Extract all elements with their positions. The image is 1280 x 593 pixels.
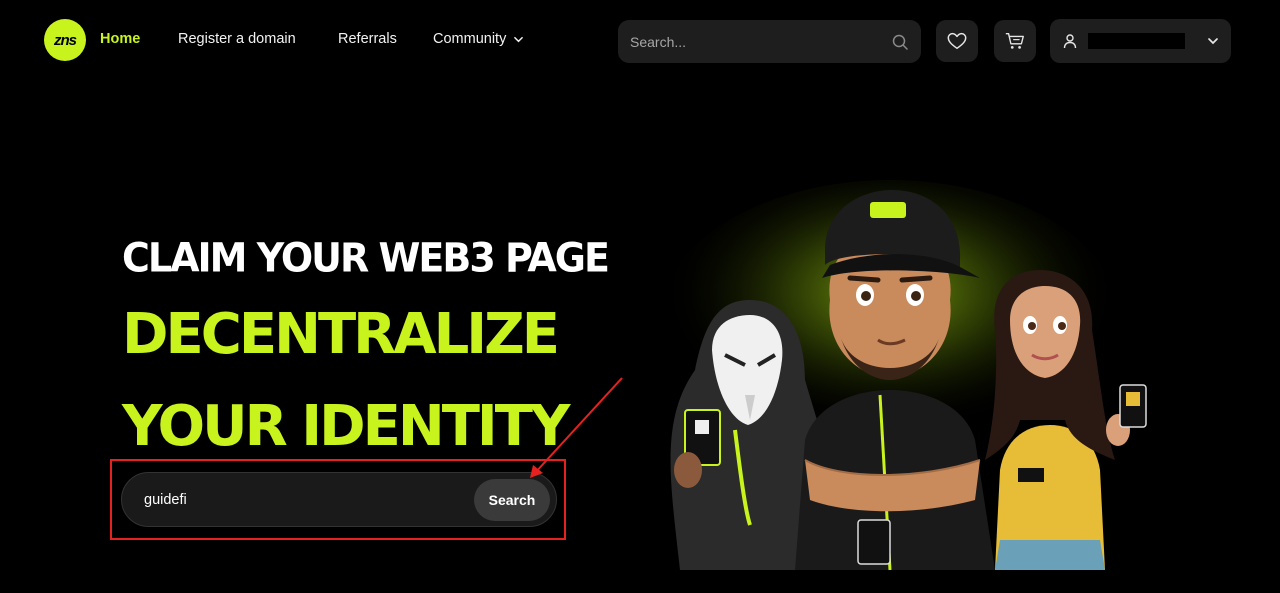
search-icon[interactable] (891, 33, 909, 51)
cart-button[interactable] (994, 20, 1036, 62)
nav-referrals[interactable]: Referrals (338, 31, 397, 47)
woman-character (985, 270, 1147, 570)
header-search (618, 20, 921, 63)
hero-line-3: YOUR IDENTITY (122, 394, 570, 459)
chevron-down-icon (514, 36, 524, 42)
annotation-highlight-box (110, 459, 566, 540)
cart-icon (1005, 32, 1024, 49)
heart-icon (947, 32, 967, 50)
redacted-username (1088, 33, 1185, 49)
search-input[interactable] (630, 33, 891, 50)
chevron-down-icon (1208, 38, 1218, 45)
hero-line-2: DECENTRALIZE (122, 302, 560, 367)
hero-illustration (660, 180, 1147, 570)
user-icon (1063, 34, 1077, 49)
logo[interactable]: zns (44, 19, 86, 61)
hero-line-1: CLAIM YOUR WEB3 PAGE (122, 234, 610, 282)
logo-text: zns (53, 31, 77, 49)
nav-home[interactable]: Home (100, 31, 140, 47)
favorites-button[interactable] (936, 20, 978, 62)
nav-register-domain[interactable]: Register a domain (178, 31, 296, 47)
user-menu[interactable] (1050, 19, 1231, 63)
nav-community-label: Community (433, 31, 507, 47)
nav-community[interactable]: Community (433, 31, 524, 47)
top-nav: zns Home Register a domain Referrals Com… (0, 0, 1280, 82)
page: zns Home Register a domain Referrals Com… (0, 0, 1280, 593)
